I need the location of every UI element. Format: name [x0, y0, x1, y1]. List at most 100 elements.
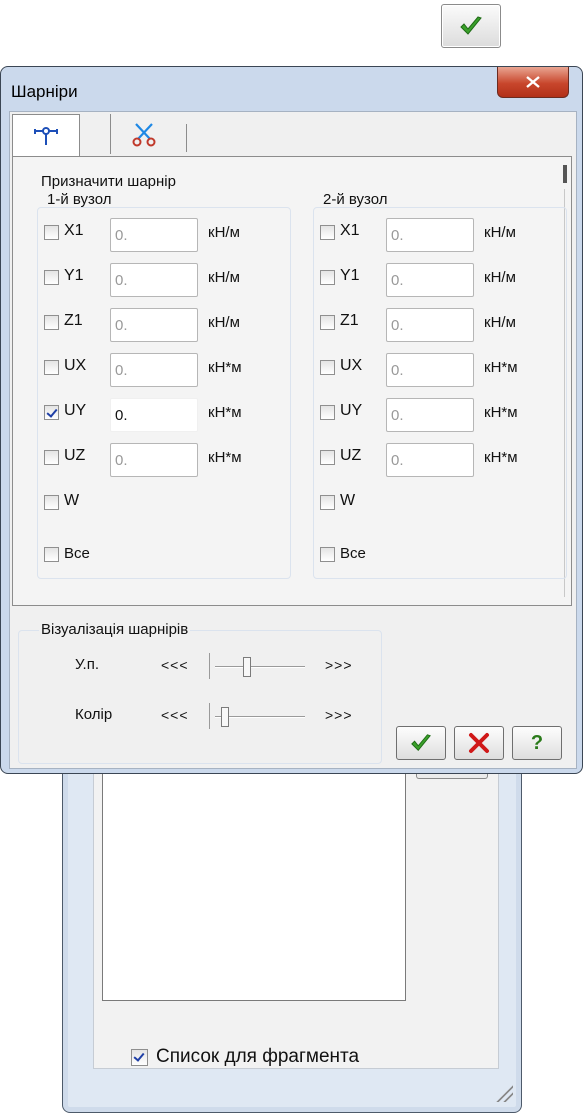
- node2-uy-label: UY: [340, 402, 363, 419]
- node1-row-y1: Y1 кН/м: [44, 263, 284, 297]
- fragment-list-checkbox-row[interactable]: Список для фрагмента: [131, 1046, 359, 1068]
- visualization-title: Візуалізація шарнірів: [39, 621, 191, 638]
- node1-ux-unit: кН*м: [208, 359, 242, 376]
- node2-uy-field[interactable]: [386, 398, 474, 432]
- size-slider[interactable]: [209, 651, 309, 681]
- node2-y1-field[interactable]: [386, 263, 474, 297]
- apply-button[interactable]: [396, 726, 446, 760]
- node2-z1-checkbox[interactable]: [320, 315, 335, 330]
- green-check-icon: [411, 734, 431, 752]
- size-decrease-arrows[interactable]: <<<: [161, 657, 189, 673]
- node1-row-uz: UZ кН*м: [44, 443, 284, 477]
- assign-hinge-group: Призначити шарнір 1-й вузол 2-й вузол X1…: [31, 173, 567, 587]
- node1-y1-checkbox[interactable]: [44, 270, 59, 285]
- node2-box: X1 кН/м Y1 кН/м Z1 кН/м: [313, 207, 567, 579]
- node2-w-checkbox[interactable]: [320, 495, 335, 510]
- node1-y1-unit: кН/м: [208, 269, 240, 286]
- node2-y1-checkbox[interactable]: [320, 270, 335, 285]
- node2-w-label: W: [340, 492, 356, 509]
- node1-ux-checkbox[interactable]: [44, 360, 59, 375]
- dialog-client-area: Призначити шарнір 1-й вузол 2-й вузол X1…: [9, 111, 577, 769]
- node2-row-w: W: [320, 488, 560, 520]
- tab-strip: [10, 112, 576, 157]
- node1-all-checkbox[interactable]: [44, 547, 59, 562]
- node2-row-z1: Z1 кН/м: [320, 308, 560, 342]
- node2-x1-label: X1: [340, 222, 360, 239]
- node1-uy-label: UY: [64, 402, 87, 419]
- node2-uy-unit: кН*м: [484, 404, 518, 421]
- node1-x1-checkbox[interactable]: [44, 225, 59, 240]
- slider-track: [215, 666, 305, 668]
- node2-uz-checkbox[interactable]: [320, 450, 335, 465]
- node1-uy-checkbox[interactable]: [44, 405, 59, 420]
- node2-uz-field[interactable]: [386, 443, 474, 477]
- fragment-list-checkbox[interactable]: [131, 1048, 148, 1066]
- node2-ux-checkbox[interactable]: [320, 360, 335, 375]
- tab-hinges[interactable]: [12, 114, 80, 157]
- slider-track-edge: [209, 653, 210, 679]
- tab-separator: [186, 124, 187, 152]
- tab-cut[interactable]: [110, 114, 177, 154]
- size-slider-row: У.п. <<< >>>: [19, 651, 379, 681]
- cancel-button[interactable]: [454, 726, 504, 760]
- color-slider[interactable]: [209, 701, 309, 731]
- hinge-icon: [34, 127, 58, 145]
- color-increase-arrows[interactable]: >>>: [325, 707, 353, 723]
- node1-uz-unit: кН*м: [208, 449, 242, 466]
- node1-uz-checkbox[interactable]: [44, 450, 59, 465]
- node1-w-checkbox[interactable]: [44, 495, 59, 510]
- node1-x1-label: X1: [64, 222, 84, 239]
- fragment-list-checkbox-label: Список для фрагмента: [156, 1046, 360, 1067]
- node2-all-checkbox[interactable]: [320, 547, 335, 562]
- node2-x1-checkbox[interactable]: [320, 225, 335, 240]
- node1-z1-checkbox[interactable]: [44, 315, 59, 330]
- node2-z1-unit: кН/м: [484, 314, 516, 331]
- node1-w-label: W: [64, 492, 80, 509]
- close-button[interactable]: [497, 67, 569, 98]
- node1-ux-field[interactable]: [110, 353, 198, 387]
- color-decrease-arrows[interactable]: <<<: [161, 707, 189, 723]
- node1-row-z1: Z1 кН/м: [44, 308, 284, 342]
- node2-title: 2-й вузол: [321, 191, 390, 208]
- node1-all-label: Все: [64, 545, 90, 562]
- top-apply-button[interactable]: [441, 4, 501, 48]
- node2-row-y1: Y1 кН/м: [320, 263, 560, 297]
- red-cross-icon: [469, 733, 489, 753]
- resize-grip-icon[interactable]: [491, 1080, 513, 1102]
- node1-uy-unit: кН*м: [208, 404, 242, 421]
- node1-y1-field[interactable]: [110, 263, 198, 297]
- background-panel: Список для фрагмента: [93, 760, 499, 1069]
- node2-row-ux: UX кН*м: [320, 353, 560, 387]
- node2-all-label: Все: [340, 545, 366, 562]
- node1-uy-field[interactable]: [110, 398, 198, 432]
- scrollbar-thumb[interactable]: [563, 165, 567, 183]
- node1-z1-field[interactable]: [110, 308, 198, 342]
- node2-x1-field[interactable]: [386, 218, 474, 252]
- node1-title: 1-й вузол: [45, 191, 114, 208]
- background-window: Список для фрагмента: [62, 760, 522, 1113]
- node2-row-uz: UZ кН*м: [320, 443, 560, 477]
- fragment-list[interactable]: [102, 770, 406, 1001]
- color-slider-thumb[interactable]: [221, 707, 229, 727]
- node2-uy-checkbox[interactable]: [320, 405, 335, 420]
- node1-row-ux: UX кН*м: [44, 353, 284, 387]
- node2-row-uy: UY кН*м: [320, 398, 560, 432]
- node1-x1-field[interactable]: [110, 218, 198, 252]
- hinge-visualization-group: Візуалізація шарнірів У.п. <<< >>> Колір…: [18, 621, 382, 764]
- node2-ux-unit: кН*м: [484, 359, 518, 376]
- node2-uz-label: UZ: [340, 447, 362, 464]
- node1-uz-label: UZ: [64, 447, 86, 464]
- node1-uz-field[interactable]: [110, 443, 198, 477]
- size-increase-arrows[interactable]: >>>: [325, 657, 353, 673]
- node2-x1-unit: кН/м: [484, 224, 516, 241]
- node1-row-w: W: [44, 488, 284, 520]
- color-label: Колір: [75, 706, 113, 723]
- size-slider-thumb[interactable]: [243, 657, 251, 677]
- node2-ux-field[interactable]: [386, 353, 474, 387]
- help-button[interactable]: ?: [512, 726, 562, 760]
- slider-track-edge: [209, 703, 210, 729]
- node1-z1-label: Z1: [64, 312, 83, 329]
- hinges-dialog: Шарніри Призначити шарнір 1-й вузол 2-й …: [0, 66, 583, 774]
- node2-z1-field[interactable]: [386, 308, 474, 342]
- help-label: ?: [530, 731, 544, 754]
